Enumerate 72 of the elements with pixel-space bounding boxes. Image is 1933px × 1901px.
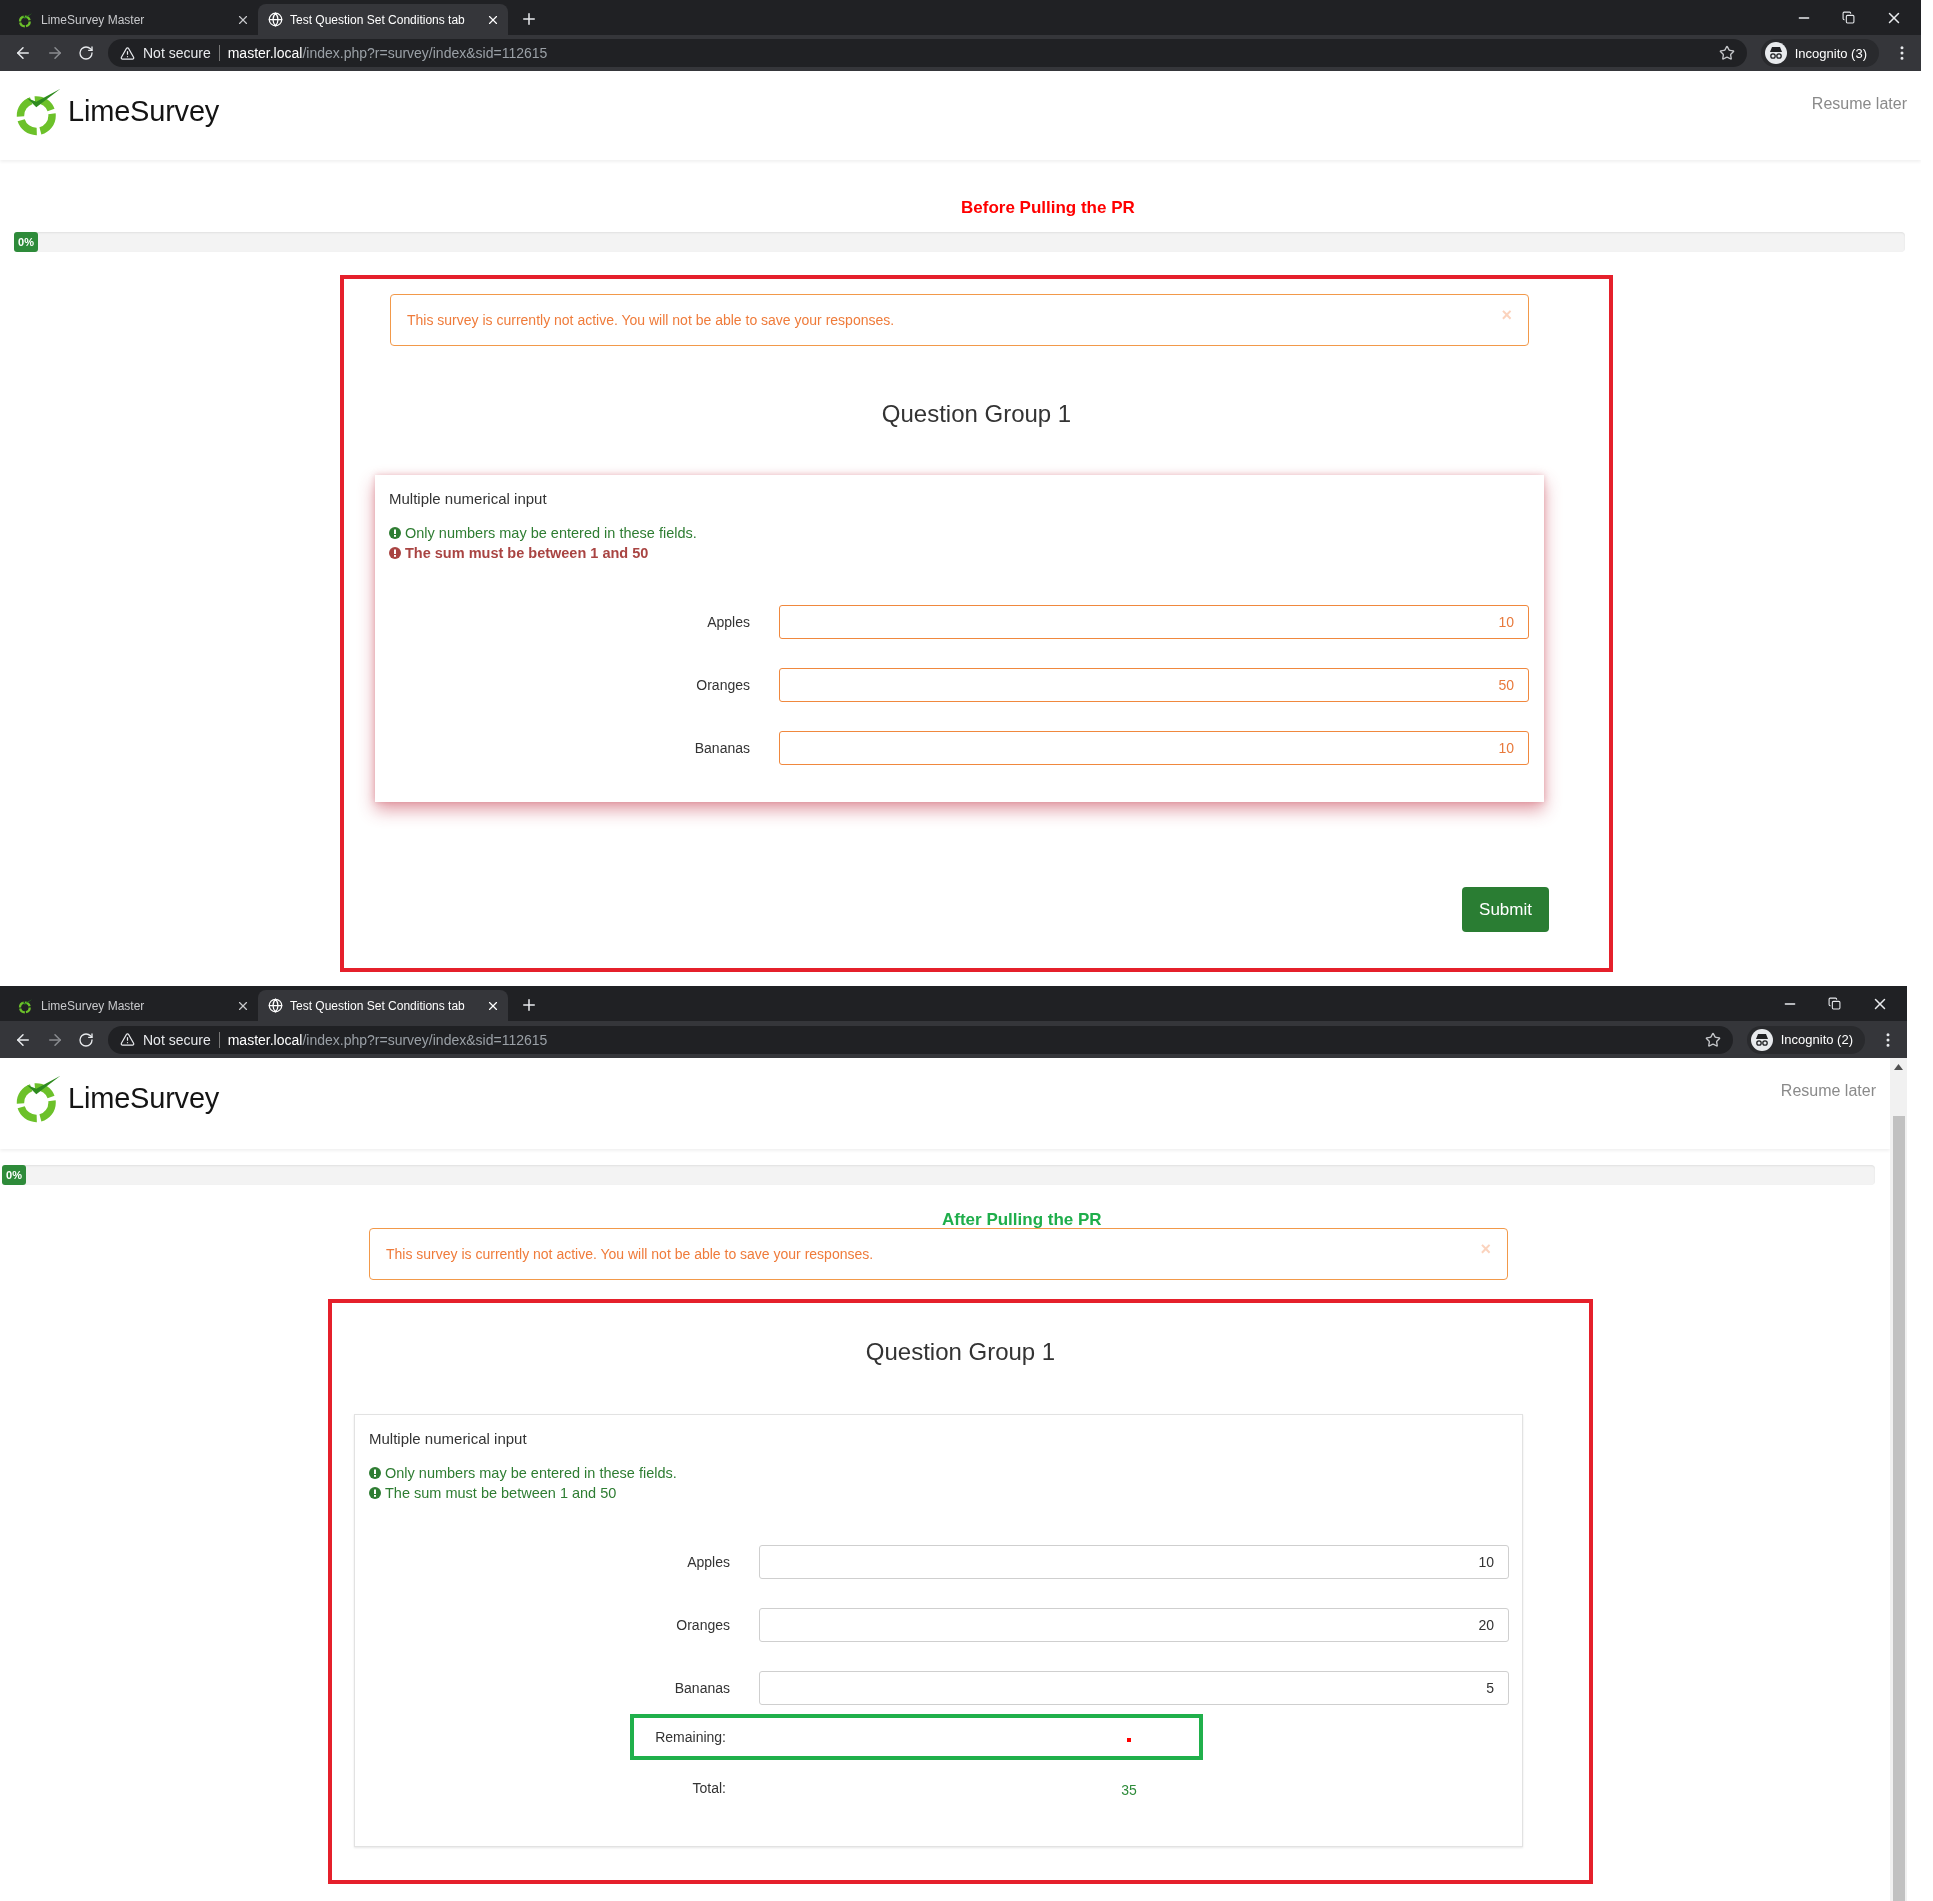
logo-text: LimeSurvey (68, 1081, 220, 1115)
exclamation-icon (389, 547, 401, 559)
answer-label: Apples (707, 614, 750, 630)
star-icon[interactable] (1718, 45, 1735, 61)
total-label: Remaining: (655, 1729, 726, 1745)
url-text: master.local/index.php?r=survey/index&sid=112615 (227, 1031, 548, 1048)
number-field[interactable]: 5 (759, 1671, 1509, 1705)
answer-label: Apples (687, 1554, 730, 1570)
answer-label: Oranges (676, 1617, 730, 1633)
restore-icon[interactable] (1842, 11, 1855, 24)
logo-text: LimeSurvey (68, 94, 220, 128)
group-title: Question Group 1 (881, 399, 1072, 429)
browser-tab[interactable]: Test Question Set Conditions tab (258, 990, 508, 1021)
globe-icon (268, 12, 283, 27)
alert-text: This survey is currently not active. You will not be able to save your responses. (407, 312, 895, 328)
lime-icon (18, 997, 34, 1014)
alert-text: This survey is currently not active. You will not be able to save your responses. (386, 1246, 874, 1262)
address-bar[interactable]: Not secure master.local/index.php?r=survey/index&sid=112615 (108, 1025, 1733, 1054)
browser-tab[interactable]: Test Question Set Conditions tab (258, 4, 508, 35)
exclamation-icon (369, 1467, 381, 1479)
submit-button[interactable]: Submit (1462, 887, 1549, 932)
lime-icon (18, 11, 34, 28)
progress-fill: 0% (14, 232, 38, 252)
answer-label: Bananas (674, 1680, 730, 1696)
url-text: master.local/index.php?r=survey/index&sid=112615 (227, 45, 548, 61)
incognito-icon (1750, 1028, 1773, 1051)
total-value: 35 (1121, 1782, 1137, 1798)
resume-later-link[interactable]: Resume later (1780, 1082, 1876, 1100)
resume-later-link[interactable]: Resume later (1811, 95, 1907, 113)
new-tab-icon[interactable] (520, 996, 538, 1014)
tab-title: LimeSurvey Master (41, 998, 146, 1013)
tab-title: Test Question Set Conditions tab (290, 12, 466, 27)
caption-text: After Pulling the PR (942, 1209, 1102, 1231)
security-label: Not secure (143, 1031, 220, 1048)
globe-icon (268, 998, 283, 1013)
hint-text: The sum must be between 1 and 50 (405, 544, 649, 563)
profile-button[interactable]: Incognito (2) (1746, 1025, 1865, 1054)
group-title: Question Group 1 (865, 1337, 1056, 1367)
scrollbar[interactable] (1890, 1058, 1907, 1901)
forward-icon[interactable] (46, 44, 64, 62)
hint-text: Only numbers may be entered in these fields. (405, 524, 697, 543)
tab-title: LimeSurvey Master (41, 12, 146, 27)
answer-label: Bananas (694, 740, 750, 756)
back-icon[interactable] (14, 44, 32, 62)
warning-icon (120, 1032, 135, 1047)
new-tab-icon[interactable] (520, 10, 538, 28)
warning-icon (120, 45, 135, 61)
incognito-icon (1764, 42, 1787, 64)
hint-text: Only numbers may be entered in these fields. (385, 1464, 677, 1483)
browser-tab[interactable]: LimeSurvey Master (8, 4, 258, 35)
scroll-up-icon[interactable] (1894, 1064, 1903, 1070)
exclamation-icon (389, 527, 401, 539)
security-label: Not secure (143, 45, 220, 61)
browser-tab[interactable]: LimeSurvey Master (8, 990, 258, 1021)
hint-text: The sum must be between 1 and 50 (385, 1484, 617, 1503)
exclamation-icon (369, 1487, 381, 1499)
number-field[interactable]: 10 (759, 1545, 1509, 1579)
answer-label: Oranges (696, 677, 750, 693)
total-label: Total: (692, 1780, 726, 1796)
star-icon[interactable] (1704, 1031, 1721, 1048)
caption-text: Before Pulling the PR (961, 197, 1135, 219)
profile-button[interactable]: Incognito (3) (1760, 39, 1879, 67)
question-title: Multiple numerical input (388, 489, 547, 509)
reload-icon[interactable] (78, 1031, 94, 1048)
question-title: Multiple numerical input (368, 1429, 527, 1449)
reload-icon[interactable] (78, 45, 94, 61)
restore-icon[interactable] (1828, 997, 1841, 1010)
progress-fill: 0% (2, 1165, 26, 1185)
tab-title: Test Question Set Conditions tab (290, 998, 466, 1013)
address-bar[interactable]: Not secure master.local/index.php?r=survey/index&sid=112615 (108, 39, 1747, 67)
number-field[interactable]: 20 (759, 1608, 1509, 1642)
empty-value-mark (1127, 1738, 1131, 1742)
